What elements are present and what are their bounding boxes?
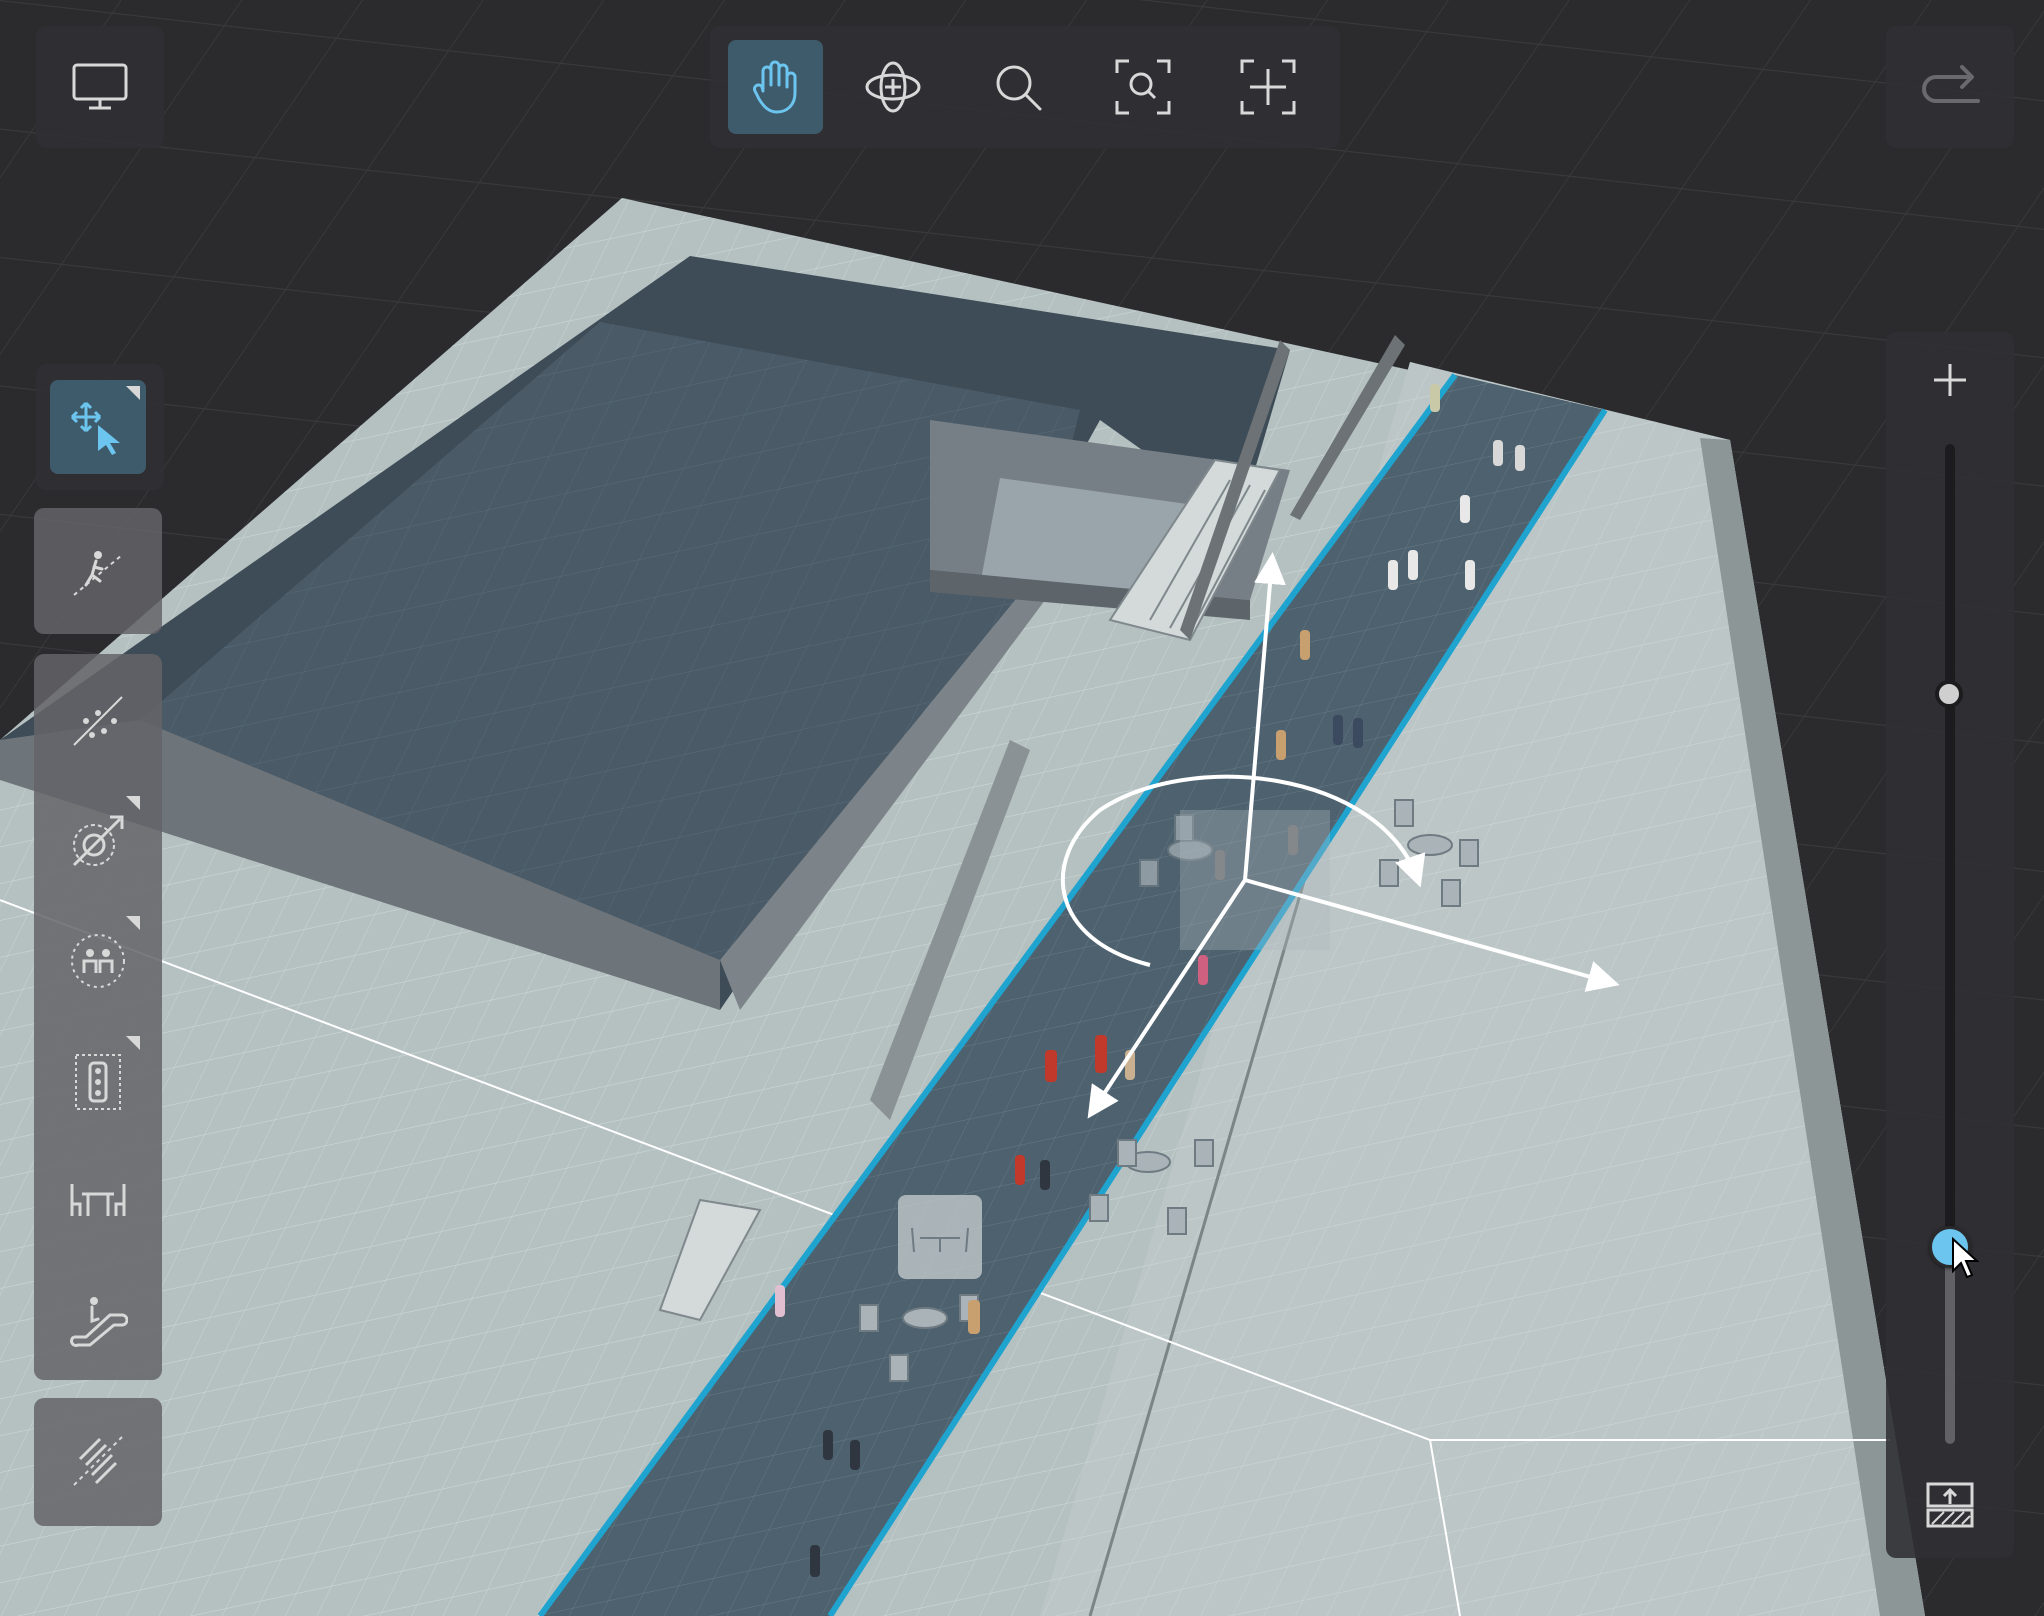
orbit-tool-button[interactable] (845, 40, 940, 134)
floor-level-icon (1926, 1482, 1974, 1528)
monitor-icon (72, 63, 128, 110)
measure-tool-panel (34, 1398, 162, 1526)
frame-icon (1240, 59, 1295, 115)
redo-icon (1922, 65, 1980, 103)
view-options-panel (36, 26, 164, 148)
redo-button[interactable] (1900, 40, 2000, 134)
submenu-corner-icon (126, 796, 140, 810)
group-people-icon (71, 934, 125, 988)
submenu-corner-icon (126, 1036, 140, 1050)
zoom-in-button[interactable] (1902, 342, 1998, 418)
display-settings-button[interactable] (50, 40, 150, 134)
move-select-icon (70, 401, 120, 455)
hand-icon (752, 60, 796, 114)
submenu-corner-icon (126, 386, 140, 400)
walker-path-icon (73, 551, 123, 596)
frame-all-button[interactable] (1220, 40, 1315, 134)
select-tool-panel (36, 364, 164, 490)
escalator-button[interactable] (50, 1272, 146, 1366)
zoom-to-selection-button[interactable] (1095, 40, 1190, 134)
camera-toolbar (710, 26, 1340, 148)
history-panel (1886, 26, 2014, 148)
3d-viewport[interactable] (0, 0, 2044, 1616)
group-spawn-button[interactable] (50, 914, 146, 1008)
zoom-midpoint-marker (1935, 680, 1963, 708)
ruler-line-icon (73, 1436, 123, 1486)
dots-line-icon (73, 696, 123, 746)
move-select-button[interactable] (50, 380, 146, 474)
orbit-icon (865, 61, 920, 113)
zoom-tool-button[interactable] (970, 40, 1065, 134)
focus-magnifier-icon (1115, 59, 1170, 115)
table-chairs-icon (70, 1184, 126, 1216)
floor-level-button[interactable] (1902, 1466, 1998, 1542)
simulation-tools-panel (34, 654, 162, 1380)
escalator-icon (70, 1297, 128, 1347)
path-tool-panel (34, 508, 162, 634)
measure-button[interactable] (50, 1414, 146, 1508)
pan-tool-button[interactable] (728, 40, 823, 134)
pedestrian-path-button[interactable] (50, 524, 146, 618)
plus-icon (1934, 364, 1966, 396)
seating-button[interactable] (50, 1154, 146, 1248)
target-arrow-icon (72, 815, 124, 867)
mouse-cursor-icon (1952, 1236, 1980, 1279)
magnifier-icon (996, 65, 1041, 111)
target-area-button[interactable] (50, 794, 146, 888)
scene-canvas[interactable] (0, 0, 2044, 1616)
submenu-corner-icon (126, 916, 140, 930)
signal-area-button[interactable] (50, 1034, 146, 1128)
pedestrian-flow-button[interactable] (50, 674, 146, 768)
traffic-light-icon (75, 1054, 121, 1110)
